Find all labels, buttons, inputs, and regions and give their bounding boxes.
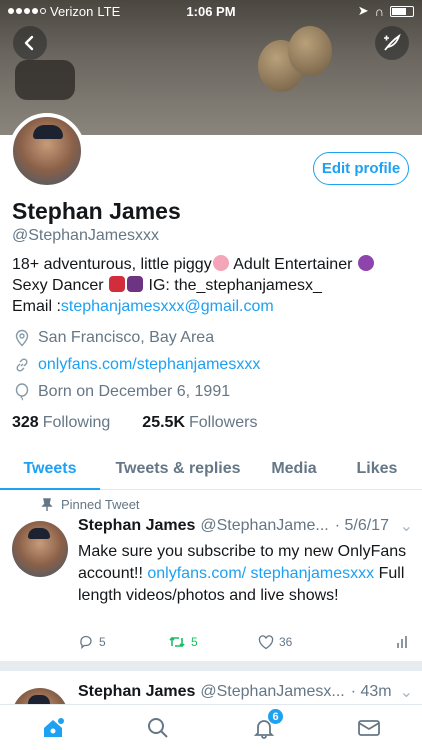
envelope-icon [358,719,381,736]
back-button[interactable] [13,26,47,60]
tweet-link[interactable]: onlyfans.com/ stephanjamesxxx [147,565,374,582]
banner-object [15,60,75,100]
tweet-handle: @StephanJamesx... [200,683,345,700]
profile-tabs: Tweets Tweets & replies Media Likes [0,448,422,490]
tweet-time: · 43m [350,683,392,700]
birthday-text: Born on December 6, 1991 [38,383,231,400]
feather-icon [384,33,401,51]
tweet-actions: 5 5 36 [78,634,408,650]
devil-emoji-icon [357,255,374,271]
balloon-icon [15,383,29,401]
following-count[interactable]: 328 Following [12,414,110,432]
link-icon [16,358,28,372]
tab-tweets[interactable]: Tweets [0,448,100,490]
nav-search[interactable] [106,705,212,750]
tweet-header: Stephan James @StephanJamesx... · 43m ⌄ [78,683,413,701]
analytics-icon [397,636,407,648]
search-icon [148,717,168,738]
retweet-icon [169,636,185,648]
pinned-indicator: Pinned Tweet [41,497,140,512]
tweet-author[interactable]: Stephan James [78,517,195,535]
bio-text: Sexy Dancer [12,277,109,294]
notifications-badge: 6 [267,708,284,725]
home-icon [43,717,64,737]
chevron-down-icon[interactable]: ⌄ [400,516,413,536]
status-bar: Verizon LTE 1:06 PM ➤ ∩ [0,0,422,22]
profile-birthday: Born on December 6, 1991 [14,383,230,401]
tweet-time: · 5/6/17 [334,517,389,534]
like-button[interactable]: 36 [258,634,348,650]
tab-tweets-replies[interactable]: Tweets & replies [100,448,256,489]
pin-icon [41,497,53,511]
bio-text: IG: the_stephanjamesx_ [144,277,322,294]
chevron-down-icon[interactable]: ⌄ [400,682,413,702]
tweet-divider [0,661,422,671]
retweet-count: 5 [191,635,198,649]
retweet-button[interactable]: 5 [168,635,258,649]
nav-notifications[interactable]: 6 [211,705,317,750]
like-count: 36 [279,635,293,649]
followers-count[interactable]: 25.5K Followers [142,414,257,432]
analytics-button[interactable] [396,635,408,649]
profile-avatar[interactable] [9,113,85,189]
heart-icon [258,634,274,649]
profile-handle: @StephanJamesxxx [12,227,159,244]
bio-email-link[interactable]: stephanjamesxxx@gmail.com [61,298,274,315]
dancer-emoji-icon [109,276,126,292]
clock: 1:06 PM [186,3,236,19]
compose-tweet-button[interactable] [375,26,409,60]
tweet-text: Make sure you subscribe to my new OnlyFa… [78,541,412,607]
profile-location: San Francisco, Bay Area [14,329,214,347]
nav-home[interactable] [0,705,106,750]
tab-likes[interactable]: Likes [332,448,422,489]
bio-text: Adult Entertainer [229,256,357,273]
tweet-header: Stephan James @StephanJame... · 5/6/17 ⌄ [78,517,413,535]
location-text: San Francisco, Bay Area [38,329,215,346]
reply-button[interactable]: 5 [78,634,168,650]
bio-text: 18+ adventurous, little piggy [12,256,212,273]
tweet-avatar[interactable] [12,521,68,577]
reply-count: 5 [99,635,106,649]
profile-bio: 18+ adventurous, little piggy Adult Ente… [12,254,412,317]
edit-profile-button[interactable]: Edit profile [313,152,409,185]
profile-name: Stephan James [12,198,181,224]
chevron-left-icon [24,35,34,51]
tab-media[interactable]: Media [256,448,332,489]
pinned-label: Pinned Tweet [61,497,140,512]
follow-counts: 328 Following 25.5K Followers [12,414,257,432]
tweet-handle: @StephanJame... [200,517,329,534]
reply-icon [80,635,92,650]
man-dancing-emoji-icon [127,276,144,292]
bio-text: Email : [12,298,61,315]
profile-website[interactable]: onlyfans.com/stephanjamesxxx [14,356,260,374]
bottom-navigation: 6 [0,704,422,750]
tweet-author[interactable]: Stephan James [78,683,195,701]
website-link[interactable]: onlyfans.com/stephanjamesxxx [38,356,260,374]
battery-icon [390,5,414,17]
pig-emoji-icon [212,255,229,271]
nav-messages[interactable] [317,705,422,750]
location-pin-icon [15,329,29,347]
banner-object [288,26,332,76]
